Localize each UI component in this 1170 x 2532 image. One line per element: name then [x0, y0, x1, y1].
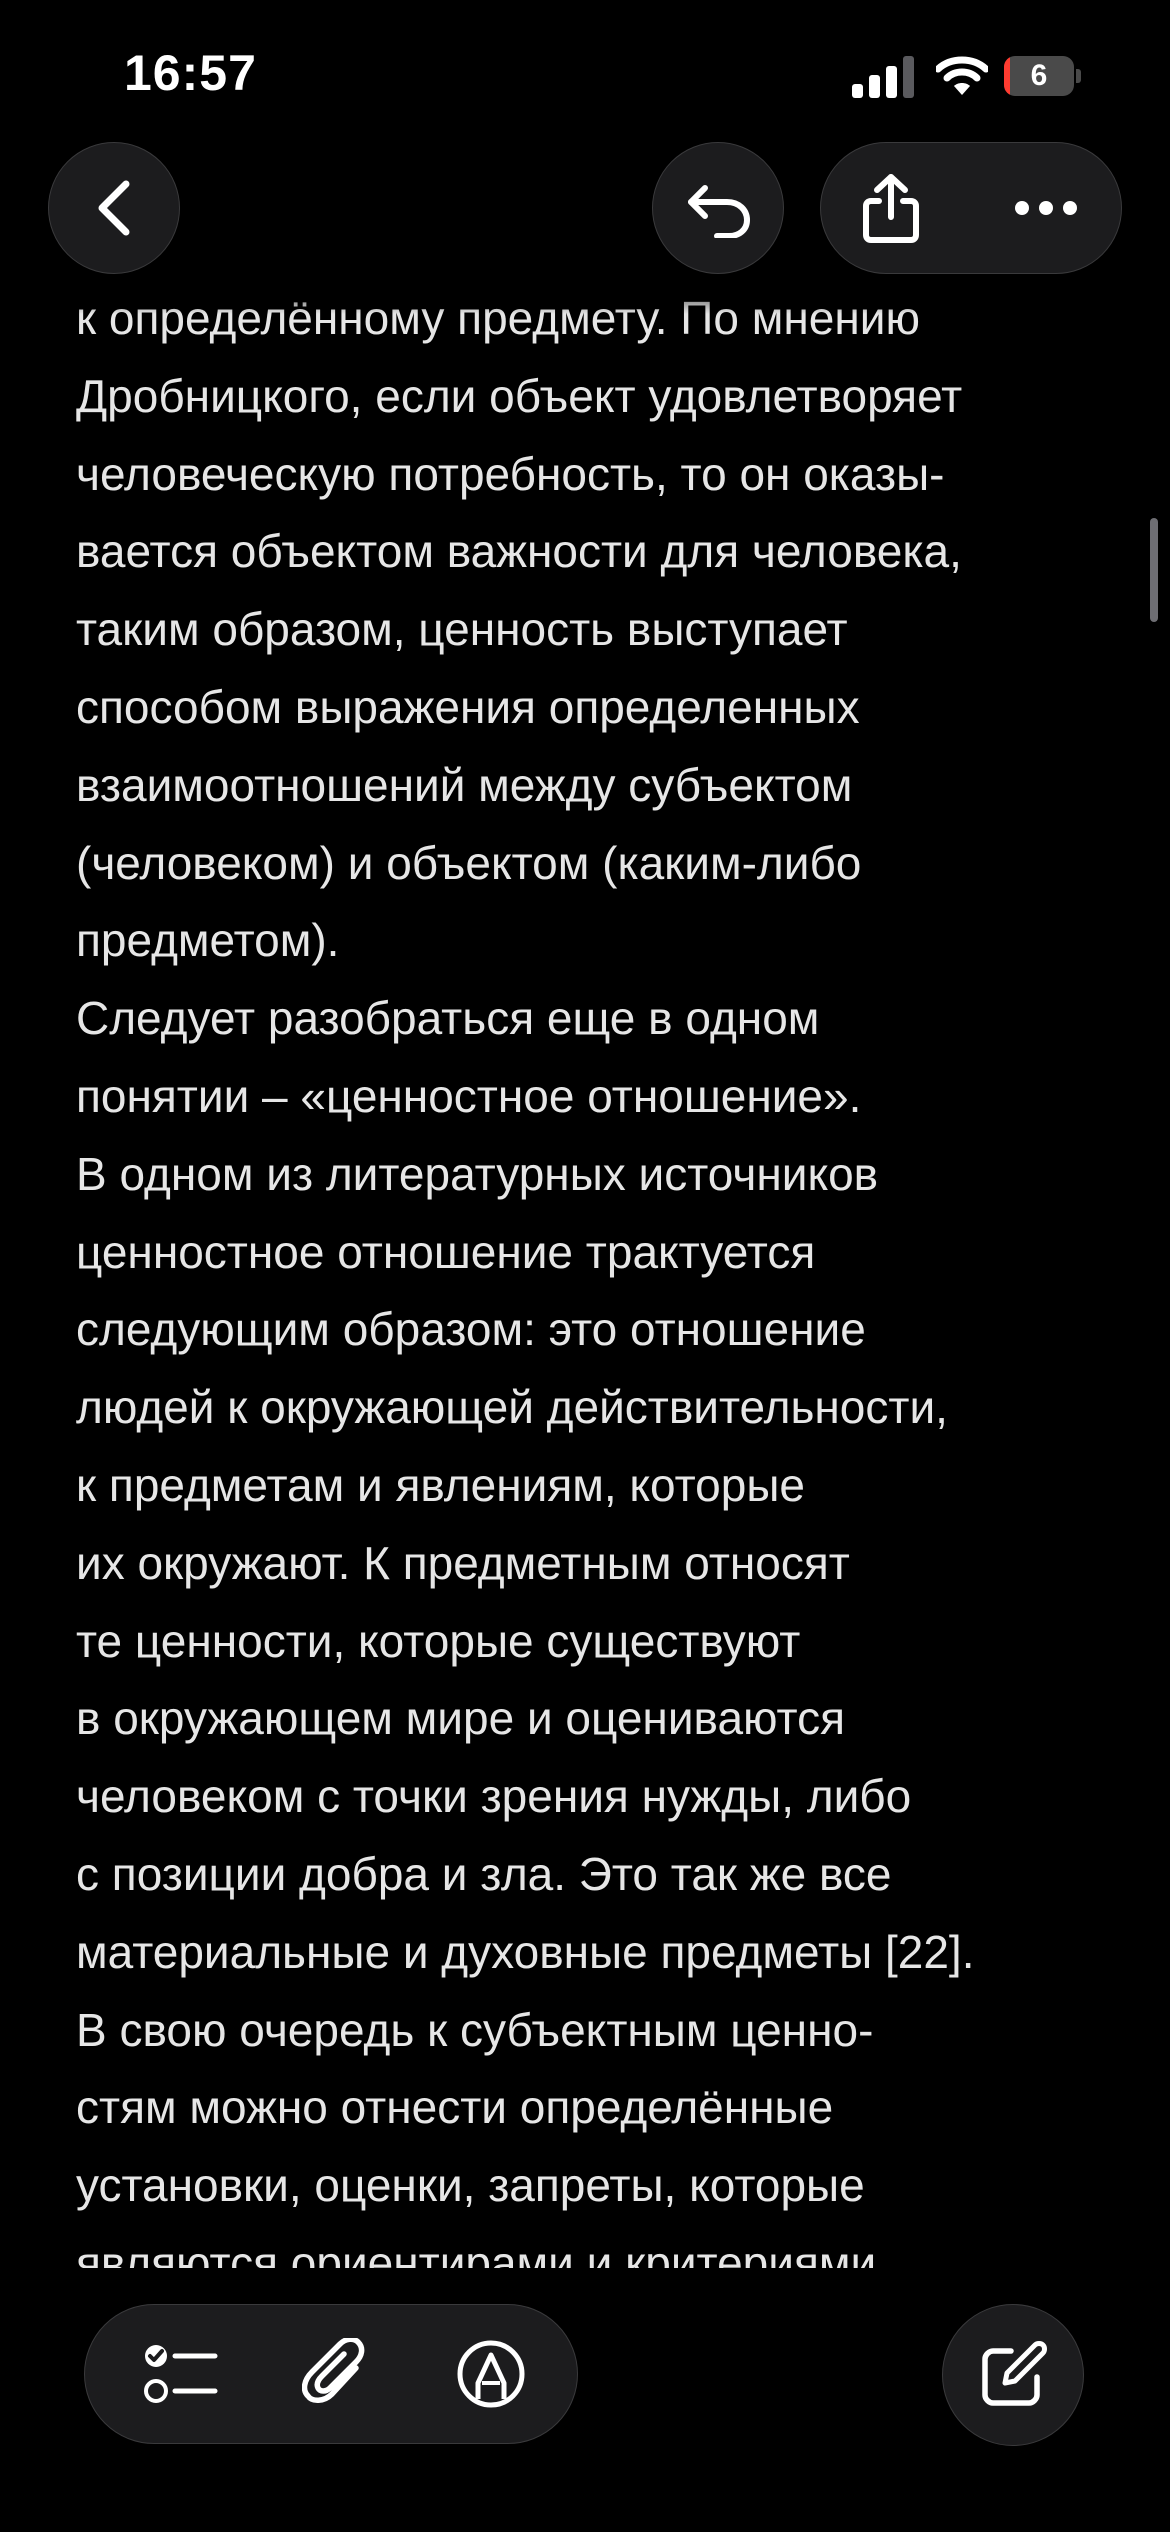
note-text-line: взаимоотношений между субъектом — [76, 758, 853, 811]
compose-button[interactable] — [942, 2304, 1084, 2446]
more-button[interactable] — [971, 143, 1121, 273]
note-text-line: их окружают. К предметным относят — [76, 1536, 850, 1589]
wifi-icon — [936, 56, 988, 96]
note-text-line: таким образом, ценность выступает — [76, 603, 848, 656]
checklist-icon — [143, 2341, 219, 2407]
note-text-line: следующим образом: это отношение — [76, 1303, 866, 1356]
battery-indicator: 6 — [1004, 56, 1082, 96]
note-body[interactable]: к определённому предмету. По мнению Дробн… — [0, 278, 1170, 2268]
note-text-line: к предметам и явлениям, которые — [76, 1459, 805, 1511]
note-text-line: являются ориентирами и критериями — [76, 2237, 877, 2268]
top-fade — [0, 278, 1170, 314]
ellipsis-icon — [1014, 200, 1078, 216]
note-text-line: В свою очередь к субъектным ценно- — [76, 2003, 874, 2056]
note-text-line: человеческую потребность, то он оказы- — [76, 447, 945, 500]
battery-cap — [1076, 69, 1081, 83]
battery-level: 6 — [1030, 59, 1048, 92]
bottom-toolbar — [84, 2304, 578, 2444]
note-text-line: в окружающем мире и оцениваются — [76, 1692, 845, 1745]
note-text-line: установки, оценки, запреты, которые — [76, 2159, 865, 2212]
cellular-signal-icon — [852, 56, 916, 98]
note-text-line: материальные и духовные предметы [22]. — [76, 1925, 975, 1978]
checklist-button[interactable] — [111, 2305, 251, 2443]
status-time: 16:57 — [124, 45, 257, 101]
attach-button[interactable] — [265, 2305, 405, 2443]
note-text-line: понятии – «ценностное отношение». — [76, 1070, 862, 1122]
back-button[interactable] — [48, 142, 180, 274]
note-text-line: ценностное отношение трактуется — [76, 1225, 816, 1278]
note-text-line: (человеком) и объектом (каким-либо — [76, 836, 862, 889]
battery-body: 6 — [1004, 56, 1074, 96]
note-text-line: людей к окружающей действительности, — [76, 1381, 948, 1434]
note-text-line: способом выражения определенных — [76, 681, 860, 733]
chevron-left-icon — [92, 178, 136, 238]
note-text-line: В одном из литературных источников — [76, 1147, 879, 1200]
compose-icon — [979, 2341, 1047, 2409]
note-text-line: предметом). — [76, 914, 340, 967]
note-text-line: Дробницкого, если объект удовлетворяет — [76, 369, 963, 422]
note-text-line: с позиции добра и зла. Это так же все — [76, 1848, 892, 1900]
status-bar: 16:57 6 — [0, 0, 1170, 150]
note-text-line: вается объектом важности для человека, — [76, 525, 962, 578]
note-text-line: те ценности, которые существуют — [76, 1614, 801, 1667]
paperclip-icon — [302, 2338, 368, 2410]
note-text-line: стям можно отнести определённые — [76, 2081, 834, 2134]
undo-arrow-icon — [683, 178, 753, 238]
note-text-line: Следует разобраться еще в одном — [76, 992, 820, 1045]
markup-button[interactable] — [421, 2305, 561, 2443]
note-text-line: человеком с точки зрения нужды, либо — [76, 1770, 912, 1823]
share-button[interactable] — [821, 143, 961, 273]
share-more-group — [820, 142, 1122, 274]
pen-markup-icon — [456, 2339, 526, 2409]
undo-button[interactable] — [652, 142, 784, 274]
scroll-indicator[interactable] — [1150, 518, 1158, 622]
share-icon — [861, 173, 921, 243]
